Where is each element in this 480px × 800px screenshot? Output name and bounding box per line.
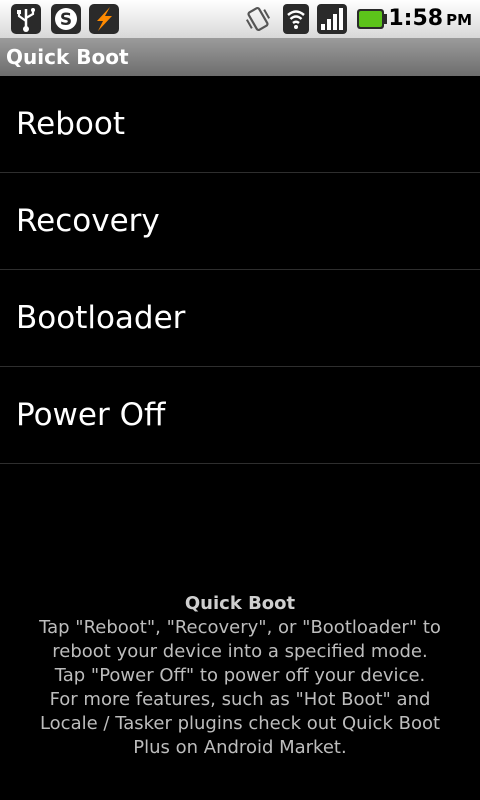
help-line: Plus on Android Market.: [133, 737, 347, 758]
reboot-button[interactable]: Reboot: [0, 76, 480, 173]
bootloader-button[interactable]: Bootloader: [0, 270, 480, 367]
boot-options-list: Reboot Recovery Bootloader Power Off: [0, 76, 480, 464]
status-bar: S 1:58 PM: [0, 0, 480, 39]
power-off-button[interactable]: Power Off: [0, 367, 480, 464]
battery-icon: [354, 3, 390, 35]
usb-icon[interactable]: [10, 3, 42, 35]
app-title-bar: Quick Boot: [0, 39, 480, 76]
vibrate-icon: [242, 3, 274, 35]
flash-app-icon[interactable]: [88, 3, 120, 35]
signal-icon: [316, 3, 348, 35]
help-line: Tap "Power Off" to power off your device…: [54, 665, 426, 686]
skype-icon[interactable]: S: [50, 3, 82, 35]
svg-text:S: S: [60, 10, 72, 30]
help-line: reboot your device into a specified mode…: [52, 641, 428, 662]
recovery-button[interactable]: Recovery: [0, 173, 480, 270]
clock-time: 1:58: [388, 6, 444, 31]
app-title: Quick Boot: [6, 45, 129, 69]
status-clock: 1:58 PM: [388, 3, 472, 35]
help-line: Tap "Reboot", "Recovery", or "Bootloader…: [39, 617, 441, 638]
help-title: Quick Boot: [184, 593, 296, 614]
help-line: Locale / Tasker plugins check out Quick …: [39, 713, 441, 734]
help-line: For more features, such as "Hot Boot" an…: [49, 689, 431, 710]
clock-ampm: PM: [446, 11, 472, 29]
help-section: Quick Boot Tap "Reboot", "Recovery", or …: [0, 592, 480, 760]
wifi-icon: [280, 3, 312, 35]
